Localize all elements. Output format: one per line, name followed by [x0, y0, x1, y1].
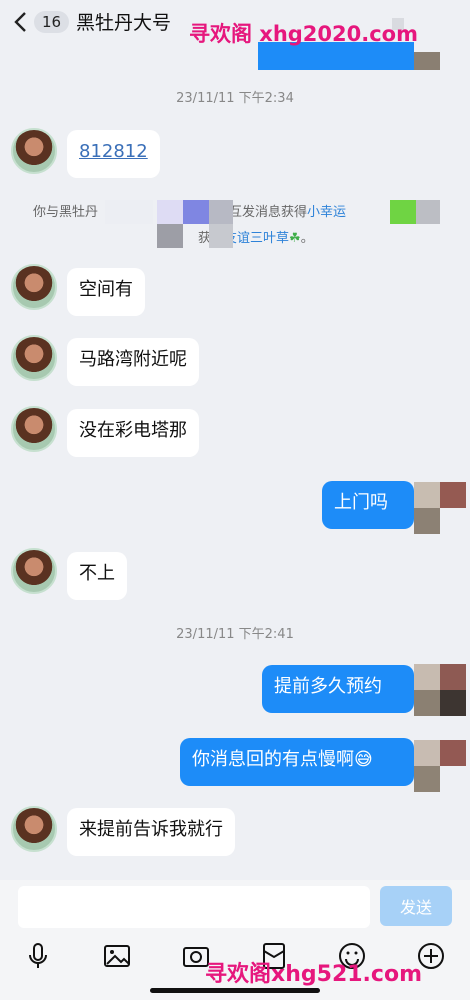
message-bubble-incoming[interactable]: 没在彩电塔那: [67, 409, 199, 457]
message-bubble-incoming[interactable]: 来提前告诉我就行: [67, 808, 235, 856]
message-input[interactable]: [18, 886, 370, 928]
blurred-region: [105, 196, 440, 252]
chevron-left-icon: [14, 12, 26, 32]
watermark-top: 寻欢阁 xhg2020.com: [188, 22, 418, 46]
blurred-avatar[interactable]: [414, 482, 466, 534]
message-bubble-incoming[interactable]: 马路湾附近呢: [67, 338, 199, 386]
image-icon: [104, 945, 130, 967]
watermark-bottom: 寻欢阁xhg521.com: [205, 962, 422, 987]
avatar[interactable]: [11, 806, 57, 852]
blurred-avatar[interactable]: [414, 740, 466, 792]
unread-badge: 16: [34, 11, 70, 33]
avatar[interactable]: [11, 128, 57, 174]
message-bubble-incoming[interactable]: 不上: [67, 552, 127, 600]
avatar[interactable]: [11, 335, 57, 381]
microphone-icon: [29, 943, 47, 968]
avatar[interactable]: [11, 406, 57, 452]
chat-title[interactable]: 黑牡丹大号: [76, 8, 171, 35]
blurred-avatar[interactable]: [414, 664, 466, 716]
back-button[interactable]: 16: [12, 8, 72, 36]
system-notice-text: 你与黑牡丹: [33, 205, 99, 220]
avatar[interactable]: [11, 264, 57, 310]
home-indicator[interactable]: [150, 988, 320, 993]
timestamp: 23/11/11 下午2:34: [176, 91, 294, 106]
timestamp: 23/11/11 下午2:41: [176, 627, 294, 642]
send-button[interactable]: 发送: [380, 886, 452, 926]
message-bubble-incoming[interactable]: 空间有: [67, 268, 145, 316]
message-bubble-outgoing[interactable]: 提前多久预约: [262, 665, 414, 713]
message-bubble-outgoing[interactable]: 上门吗: [322, 481, 414, 529]
image-button[interactable]: [101, 940, 133, 972]
phone-link[interactable]: 812812: [79, 141, 148, 162]
message-bubble-outgoing[interactable]: 你消息回的有点慢啊😅: [180, 738, 414, 786]
avatar[interactable]: [11, 548, 57, 594]
message-bubble-incoming[interactable]: 812812: [67, 130, 160, 178]
voice-button[interactable]: [22, 940, 54, 972]
